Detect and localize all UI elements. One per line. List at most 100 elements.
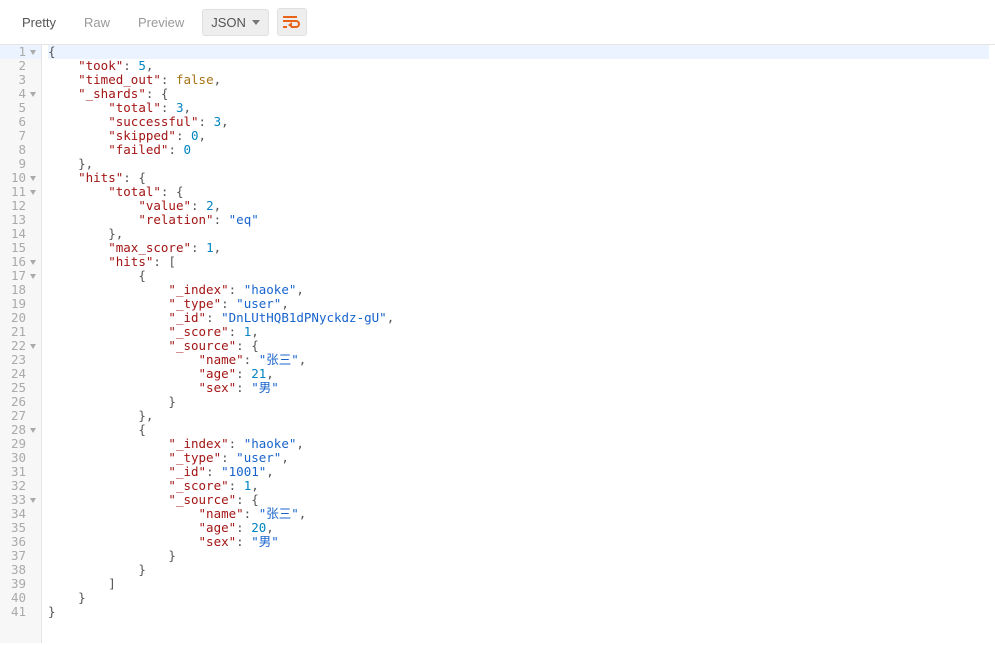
- fold-toggle-icon[interactable]: [30, 428, 36, 433]
- gutter-line: 29: [0, 437, 41, 451]
- fold-toggle-icon[interactable]: [30, 274, 36, 279]
- code-line: "max_score": 1,: [48, 241, 989, 255]
- code-line: },: [48, 409, 989, 423]
- code-line: "_source": {: [48, 493, 989, 507]
- fold-toggle-icon[interactable]: [30, 190, 36, 195]
- gutter-line: 20: [0, 311, 41, 325]
- code-line: "name": "张三",: [48, 507, 989, 521]
- gutter-line: 33: [0, 493, 41, 507]
- wrap-lines-button[interactable]: [277, 8, 307, 36]
- gutter-line: 6: [0, 115, 41, 129]
- gutter-line: 26: [0, 395, 41, 409]
- gutter-line: 5: [0, 101, 41, 115]
- gutter-line: 15: [0, 241, 41, 255]
- gutter-line: 8: [0, 143, 41, 157]
- code-body[interactable]: { "took": 5, "timed_out": false, "_shard…: [42, 45, 995, 643]
- gutter-line: 3: [0, 73, 41, 87]
- gutter-line: 39: [0, 577, 41, 591]
- code-line: "hits": {: [48, 171, 989, 185]
- preview-button[interactable]: Preview: [128, 9, 194, 36]
- line-gutter: 1234567891011121314151617181920212223242…: [0, 45, 42, 643]
- code-line: "_source": {: [48, 339, 989, 353]
- fold-toggle-icon[interactable]: [30, 260, 36, 265]
- gutter-line: 12: [0, 199, 41, 213]
- fold-toggle-icon[interactable]: [30, 92, 36, 97]
- code-line: }: [48, 605, 989, 619]
- gutter-line: 11: [0, 185, 41, 199]
- code-line: "sex": "男": [48, 535, 989, 549]
- gutter-line: 37: [0, 549, 41, 563]
- gutter-line: 9: [0, 157, 41, 171]
- code-line: "age": 21,: [48, 367, 989, 381]
- code-line: "_index": "haoke",: [48, 437, 989, 451]
- code-editor[interactable]: 1234567891011121314151617181920212223242…: [0, 44, 995, 643]
- format-select[interactable]: JSON: [202, 9, 269, 36]
- code-line: "timed_out": false,: [48, 73, 989, 87]
- gutter-line: 1: [0, 45, 41, 59]
- gutter-line: 7: [0, 129, 41, 143]
- code-line: "hits": [: [48, 255, 989, 269]
- code-line: ]: [48, 577, 989, 591]
- code-line: "_shards": {: [48, 87, 989, 101]
- gutter-line: 17: [0, 269, 41, 283]
- code-line: "name": "张三",: [48, 353, 989, 367]
- pretty-button[interactable]: Pretty: [12, 9, 66, 36]
- fold-toggle-icon[interactable]: [30, 498, 36, 503]
- code-line: "skipped": 0,: [48, 129, 989, 143]
- gutter-line: 2: [0, 59, 41, 73]
- code-line: "_score": 1,: [48, 479, 989, 493]
- gutter-line: 25: [0, 381, 41, 395]
- toolbar: Pretty Raw Preview JSON: [0, 0, 995, 44]
- code-line: {: [48, 423, 989, 437]
- code-line: }: [48, 395, 989, 409]
- gutter-line: 27: [0, 409, 41, 423]
- code-line: "took": 5,: [48, 59, 989, 73]
- wrap-icon: [283, 15, 301, 29]
- code-line: "_id": "DnLUtHQB1dPNyckdz-gU",: [48, 311, 989, 325]
- code-line: "failed": 0: [48, 143, 989, 157]
- code-line: "_type": "user",: [48, 451, 989, 465]
- format-select-label: JSON: [211, 15, 246, 30]
- code-line: {: [48, 45, 989, 59]
- fold-toggle-icon[interactable]: [30, 50, 36, 55]
- chevron-down-icon: [252, 20, 260, 25]
- gutter-line: 18: [0, 283, 41, 297]
- code-line: "value": 2,: [48, 199, 989, 213]
- code-line: "total": {: [48, 185, 989, 199]
- code-line: "total": 3,: [48, 101, 989, 115]
- gutter-line: 22: [0, 339, 41, 353]
- gutter-line: 4: [0, 87, 41, 101]
- gutter-line: 38: [0, 563, 41, 577]
- code-line: "_id": "1001",: [48, 465, 989, 479]
- code-line: "_index": "haoke",: [48, 283, 989, 297]
- code-line: "_score": 1,: [48, 325, 989, 339]
- code-line: },: [48, 227, 989, 241]
- gutter-line: 32: [0, 479, 41, 493]
- code-line: }: [48, 563, 989, 577]
- code-line: "relation": "eq": [48, 213, 989, 227]
- gutter-line: 31: [0, 465, 41, 479]
- gutter-line: 21: [0, 325, 41, 339]
- code-line: },: [48, 157, 989, 171]
- gutter-line: 16: [0, 255, 41, 269]
- code-line: "sex": "男": [48, 381, 989, 395]
- gutter-line: 24: [0, 367, 41, 381]
- code-line: {: [48, 269, 989, 283]
- raw-button[interactable]: Raw: [74, 9, 120, 36]
- code-line: }: [48, 549, 989, 563]
- gutter-line: 13: [0, 213, 41, 227]
- gutter-line: 23: [0, 353, 41, 367]
- gutter-line: 36: [0, 535, 41, 549]
- fold-toggle-icon[interactable]: [30, 344, 36, 349]
- gutter-line: 40: [0, 591, 41, 605]
- gutter-line: 14: [0, 227, 41, 241]
- fold-toggle-icon[interactable]: [30, 176, 36, 181]
- gutter-line: 41: [0, 605, 41, 619]
- gutter-line: 19: [0, 297, 41, 311]
- gutter-line: 10: [0, 171, 41, 185]
- gutter-line: 28: [0, 423, 41, 437]
- gutter-line: 34: [0, 507, 41, 521]
- gutter-line: 30: [0, 451, 41, 465]
- code-line: "successful": 3,: [48, 115, 989, 129]
- code-line: }: [48, 591, 989, 605]
